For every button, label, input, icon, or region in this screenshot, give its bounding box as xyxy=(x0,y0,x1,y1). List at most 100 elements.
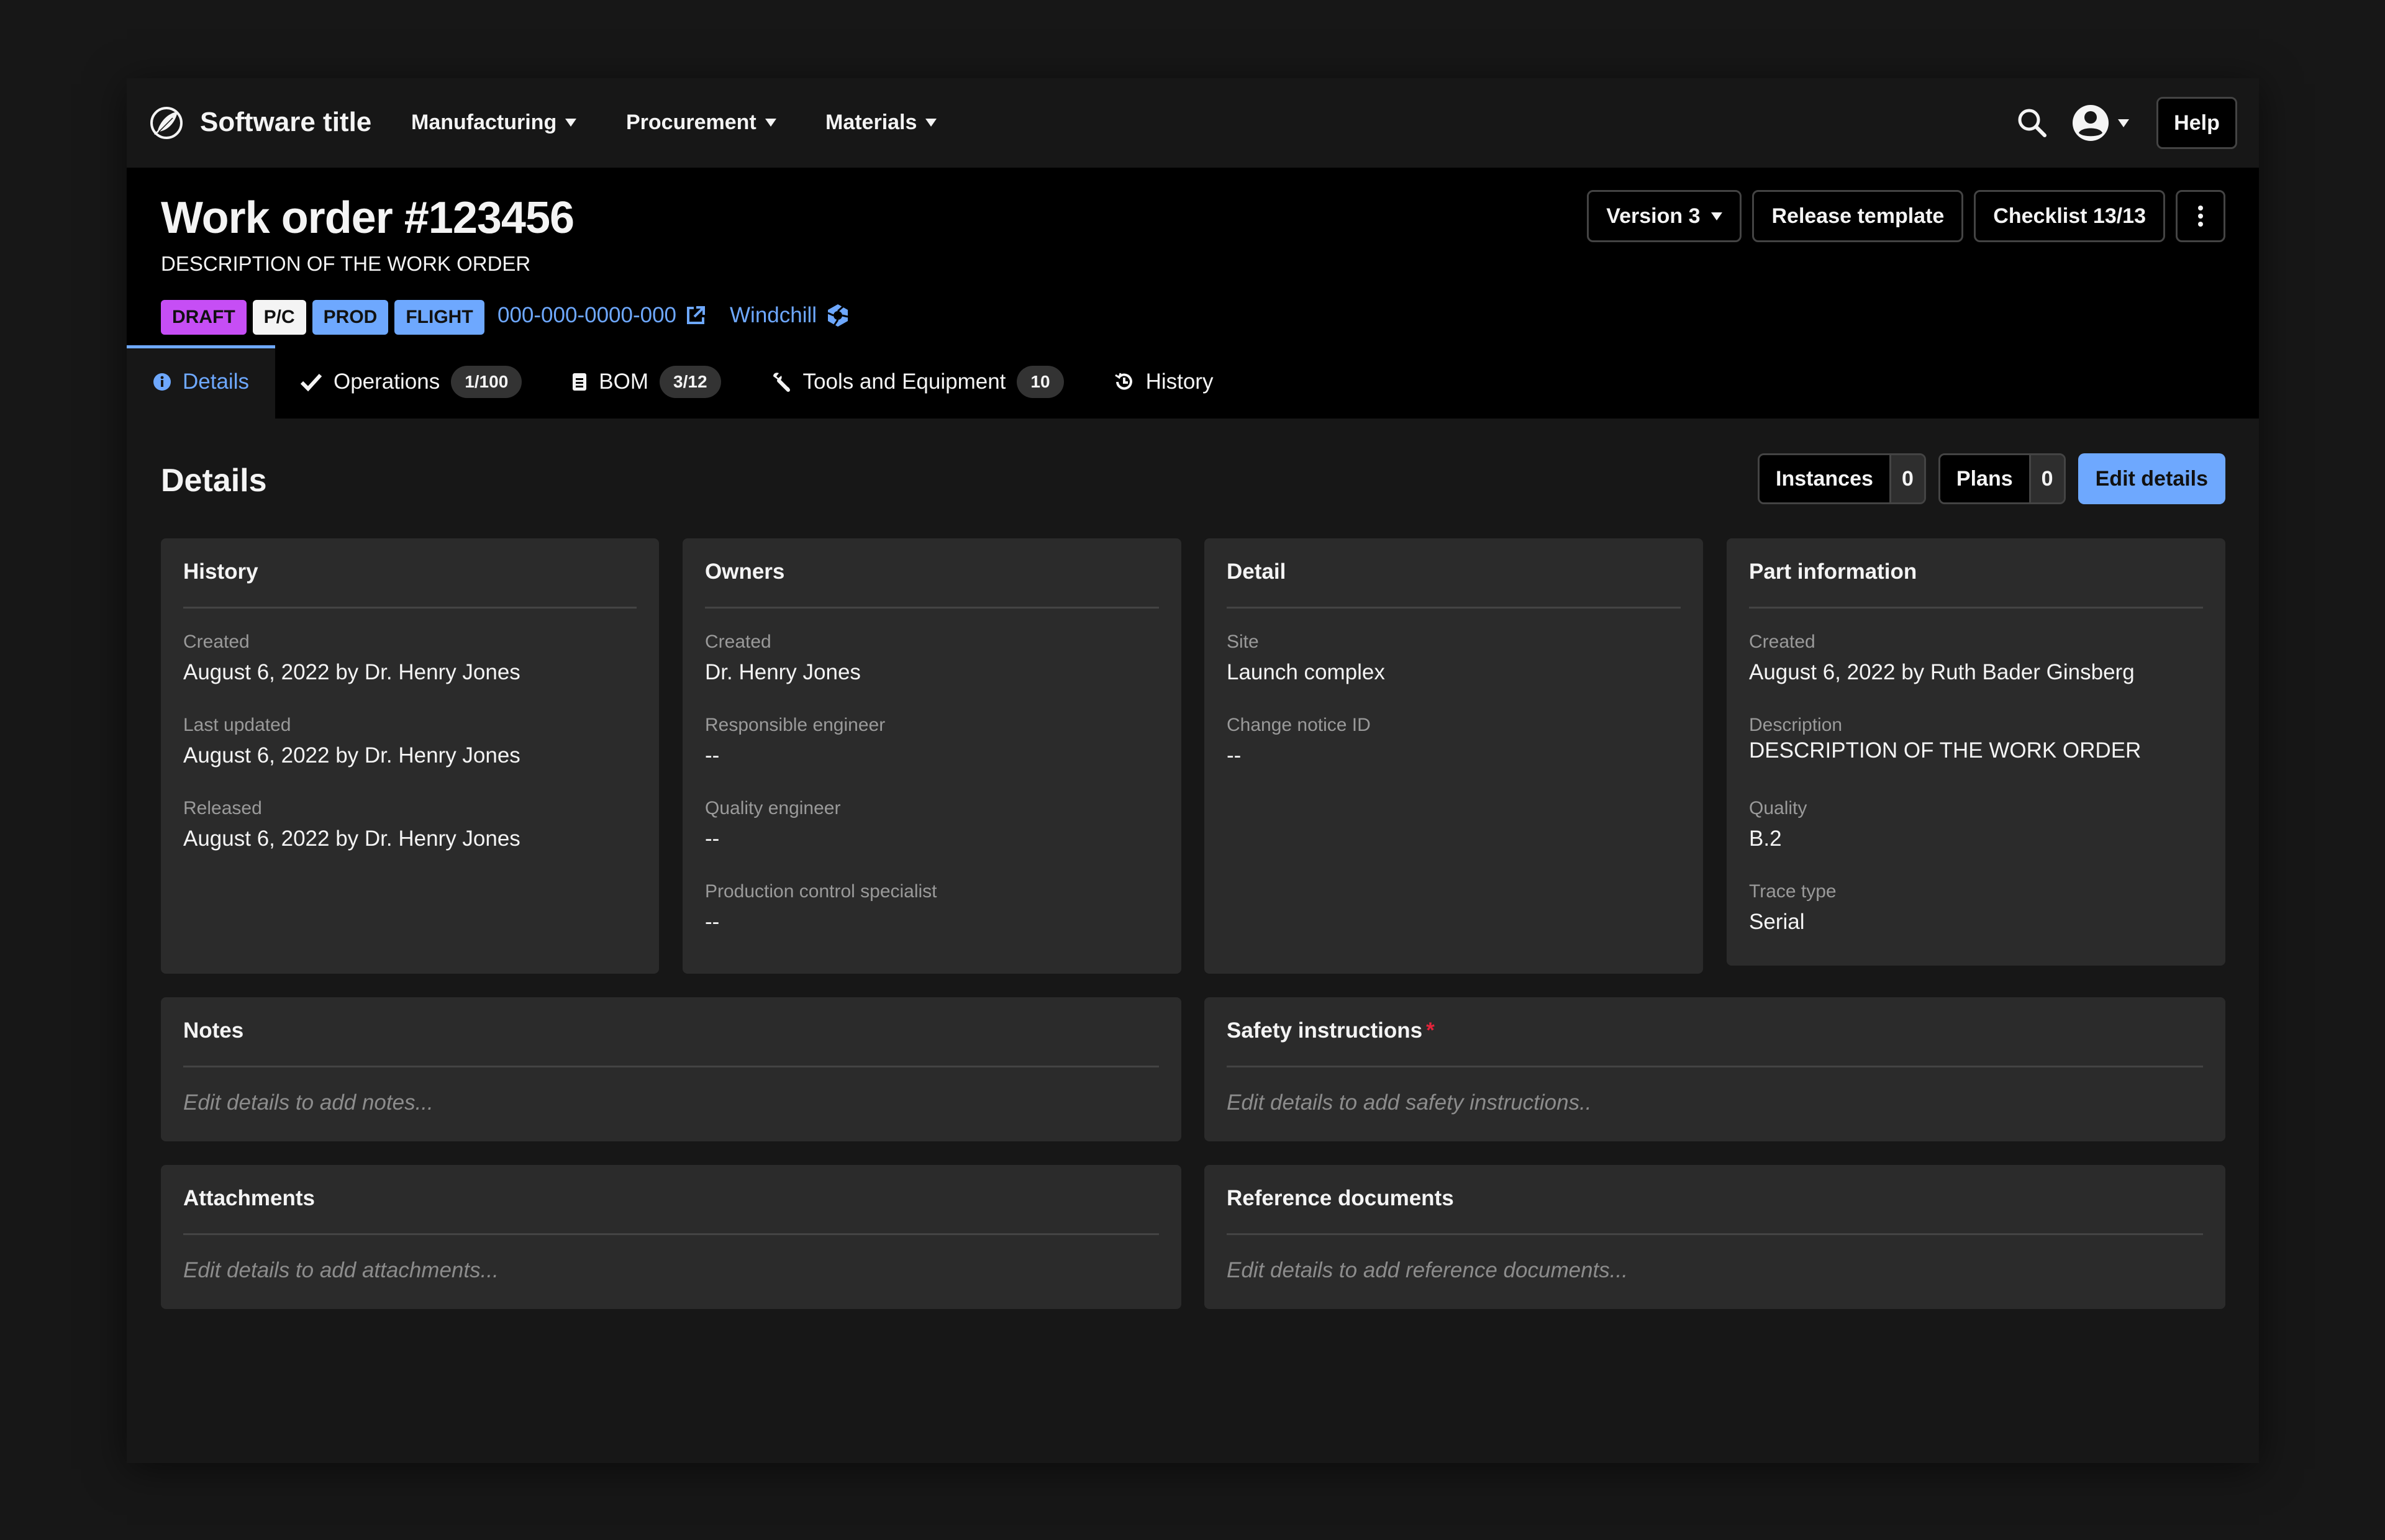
field-trace-type: Trace type Serial xyxy=(1749,881,2203,964)
tab-count-badge: 3/12 xyxy=(660,366,721,398)
windchill-link[interactable]: Windchill xyxy=(730,303,850,328)
badge-draft: DRAFT xyxy=(161,300,247,335)
detail-card: Detail Site Launch complex Change notice… xyxy=(1204,538,1703,974)
divider xyxy=(1227,1233,2203,1235)
owners-card: Owners Created Dr. Henry Jones Responsib… xyxy=(683,538,1181,974)
search-icon[interactable] xyxy=(2015,106,2050,140)
divider xyxy=(1227,607,1681,609)
header-links: 000-000-0000-000 Windchill xyxy=(497,303,850,328)
field-value: -- xyxy=(705,743,720,768)
field-label: Created xyxy=(1749,632,1815,652)
nav-menu-procurement[interactable]: Procurement xyxy=(626,111,776,135)
nav-menu-materials[interactable]: Materials xyxy=(825,111,937,135)
history-card: History Created August 6, 2022 by Dr. He… xyxy=(161,538,659,974)
field-site: Site Launch complex xyxy=(1227,632,1681,715)
field-last-updated: Last updated August 6, 2022 by Dr. Henry… xyxy=(183,715,637,798)
section-title: Details xyxy=(161,463,267,499)
field-value: -- xyxy=(1227,743,1242,768)
nav-menu-label: Materials xyxy=(825,111,917,134)
app-title[interactable]: Software title xyxy=(200,107,371,138)
field-description: Description DESCRIPTION OF THE WORK ORDE… xyxy=(1749,715,2203,798)
instances-label: Instances xyxy=(1760,455,1889,502)
feather-logo-icon xyxy=(150,107,183,139)
tab-bom[interactable]: BOM 3/12 xyxy=(547,345,745,419)
required-mark: * xyxy=(1426,1018,1435,1043)
details-actions: Instances 0 Plans 0 Edit details xyxy=(1758,453,2225,504)
more-options-button[interactable] xyxy=(2176,190,2225,242)
edit-details-button[interactable]: Edit details xyxy=(2078,453,2225,504)
header-actions: Version 3 Release template Checklist 13/… xyxy=(1587,190,2225,242)
field-label: Change notice ID xyxy=(1227,715,1371,735)
caret-down-icon[interactable] xyxy=(2118,119,2129,127)
document-icon xyxy=(573,373,587,391)
tab-details[interactable]: Details xyxy=(127,345,275,419)
field-label: Created xyxy=(183,632,250,652)
page-title: Work order #123456 xyxy=(161,193,575,243)
tab-operations[interactable]: Operations 1/100 xyxy=(275,345,547,419)
instances-button[interactable]: Instances 0 xyxy=(1758,453,1926,504)
user-circle-icon[interactable] xyxy=(2071,103,2110,143)
field-value: August 6, 2022 by Ruth Bader Ginsberg xyxy=(1749,660,2135,684)
divider xyxy=(1749,607,2203,609)
version-dropdown[interactable]: Version 3 xyxy=(1587,190,1742,242)
part-number-text: 000-000-0000-000 xyxy=(497,303,677,327)
checklist-button[interactable]: Checklist 13/13 xyxy=(1974,190,2165,242)
notes-placeholder: Edit details to add notes... xyxy=(183,1090,434,1115)
field-value: August 6, 2022 by Dr. Henry Jones xyxy=(183,827,520,851)
field-value: Launch complex xyxy=(1227,660,1385,684)
card-title: Part information xyxy=(1749,559,1917,584)
windchill-text: Windchill xyxy=(730,303,817,327)
tab-label: Operations xyxy=(333,369,440,394)
instances-count: 0 xyxy=(1889,455,1924,502)
divider xyxy=(183,607,637,609)
field-label: Description xyxy=(1749,715,1843,735)
reference-documents-card: Reference documents Edit details to add … xyxy=(1204,1165,2225,1309)
field-value: Serial xyxy=(1749,910,1805,934)
field-label: Quality engineer xyxy=(705,798,841,818)
tab-count-badge: 10 xyxy=(1017,366,1064,398)
field-released: Released August 6, 2022 by Dr. Henry Jon… xyxy=(183,798,637,881)
field-production-control-specialist: Production control specialist -- xyxy=(705,881,1159,964)
top-nav: Software title Manufacturing Procurement… xyxy=(127,78,2259,168)
field-label: Site xyxy=(1227,632,1259,652)
field-quality-engineer: Quality engineer -- xyxy=(705,798,1159,881)
release-template-button[interactable]: Release template xyxy=(1752,190,1964,242)
help-button[interactable]: Help xyxy=(2156,97,2237,149)
field-created: Created August 6, 2022 by Dr. Henry Jone… xyxy=(183,632,637,715)
attachments-card: Attachments Edit details to add attachme… xyxy=(161,1165,1181,1309)
nav-menu-manufacturing[interactable]: Manufacturing xyxy=(411,111,577,135)
plans-button[interactable]: Plans 0 xyxy=(1938,453,2066,504)
safety-instructions-card: Safety instructions * Edit details to add… xyxy=(1204,997,2225,1141)
check-icon xyxy=(300,373,322,392)
tab-bar: Details Operations 1/100 BOM 3/12 Tools … xyxy=(127,345,1238,419)
tab-history[interactable]: History xyxy=(1089,345,1238,419)
field-label: Released xyxy=(183,798,262,818)
field-value: -- xyxy=(705,910,720,934)
caret-down-icon xyxy=(1711,212,1723,220)
plans-count: 0 xyxy=(2028,455,2064,502)
field-value: B.2 xyxy=(1749,827,1782,851)
page-header: Work order #123456 DESCRIPTION OF THE WO… xyxy=(127,168,2259,419)
tab-label: Details xyxy=(183,369,249,394)
badge-pc: P/C xyxy=(252,300,306,335)
field-change-notice-id: Change notice ID -- xyxy=(1227,715,1681,798)
card-title: Notes xyxy=(183,1018,244,1043)
card-title: Attachments xyxy=(183,1186,315,1210)
history-icon xyxy=(1114,373,1132,390)
tab-count-badge: 1/100 xyxy=(451,366,522,398)
field-label: Trace type xyxy=(1749,881,1837,902)
card-title: History xyxy=(183,559,258,584)
divider xyxy=(1227,1066,2203,1067)
external-link-icon xyxy=(687,306,706,324)
part-information-card: Part information Created August 6, 2022 … xyxy=(1727,538,2225,966)
field-label: Responsible engineer xyxy=(705,715,886,735)
part-number-link[interactable]: 000-000-0000-000 xyxy=(497,303,706,328)
field-value: -- xyxy=(705,827,720,851)
field-created: Created Dr. Henry Jones xyxy=(705,632,1159,715)
field-label: Quality xyxy=(1749,798,1807,818)
tab-tools-and-equipment[interactable]: Tools and Equipment 10 xyxy=(746,345,1089,419)
references-placeholder: Edit details to add reference documents.… xyxy=(1227,1258,1628,1282)
card-title-text: Safety instructions xyxy=(1227,1018,1423,1043)
card-title: Reference documents xyxy=(1227,1186,1454,1210)
tab-label: BOM xyxy=(599,369,649,394)
